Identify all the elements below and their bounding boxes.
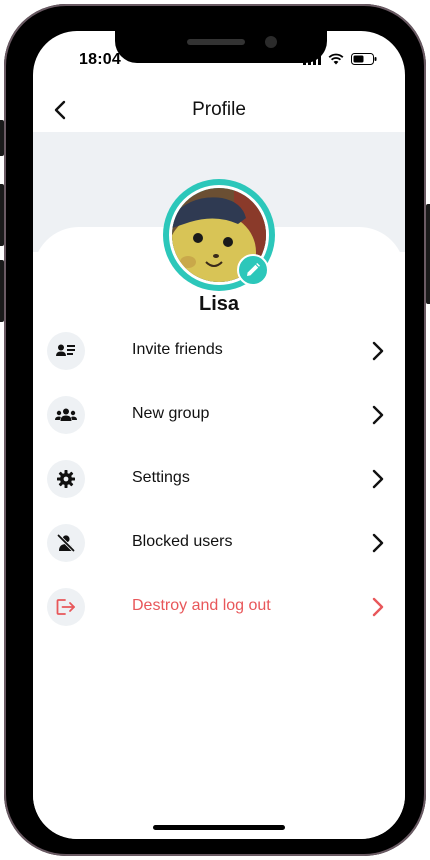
menu-label-settings: Settings	[132, 469, 190, 486]
contact-card-icon	[56, 344, 75, 356]
menu-icon-circle	[47, 460, 85, 498]
phone-frame: 18:04 Profile Lisa Invite friends New gr…	[0, 4, 430, 856]
volume-up-button	[0, 184, 4, 246]
header: Profile	[33, 89, 405, 133]
group-icon	[55, 408, 77, 421]
power-button	[426, 204, 430, 304]
volume-down-button	[0, 260, 4, 322]
wifi-icon	[328, 53, 344, 65]
screen: 18:04 Profile Lisa Invite friends New gr…	[33, 31, 405, 839]
gear-icon	[57, 470, 75, 488]
home-indicator[interactable]	[153, 825, 285, 830]
chevron-right-icon	[372, 341, 384, 361]
menu-item-settings[interactable]: Settings	[33, 460, 405, 514]
blocked-user-icon	[57, 534, 75, 552]
chevron-right-icon	[372, 597, 384, 617]
menu-label-blocked-users: Blocked users	[132, 533, 233, 550]
edit-avatar-button[interactable]	[237, 254, 269, 286]
menu-label-destroy-logout: Destroy and log out	[132, 597, 271, 614]
menu-label-invite-friends: Invite friends	[132, 341, 223, 358]
status-time: 18:04	[79, 51, 121, 68]
chevron-right-icon	[372, 469, 384, 489]
menu-item-new-group[interactable]: New group	[33, 396, 405, 450]
menu-icon-circle	[47, 396, 85, 434]
chevron-right-icon	[372, 533, 384, 553]
front-camera	[265, 36, 277, 48]
menu-item-invite-friends[interactable]: Invite friends	[33, 332, 405, 386]
chevron-right-icon	[372, 405, 384, 425]
profile-name: Lisa	[198, 293, 240, 315]
menu-label-new-group: New group	[132, 405, 210, 422]
logout-icon	[56, 599, 75, 615]
menu-icon-circle	[47, 524, 85, 562]
battery-icon	[351, 53, 377, 65]
menu-item-destroy-logout[interactable]: Destroy and log out	[33, 588, 405, 642]
pencil-icon	[247, 263, 260, 276]
speaker	[187, 39, 245, 45]
mute-switch	[0, 120, 4, 156]
menu-icon-circle	[47, 588, 85, 626]
menu-icon-circle	[47, 332, 85, 370]
menu-item-blocked-users[interactable]: Blocked users	[33, 524, 405, 578]
notch	[115, 31, 327, 63]
page-title: Profile	[192, 99, 246, 120]
